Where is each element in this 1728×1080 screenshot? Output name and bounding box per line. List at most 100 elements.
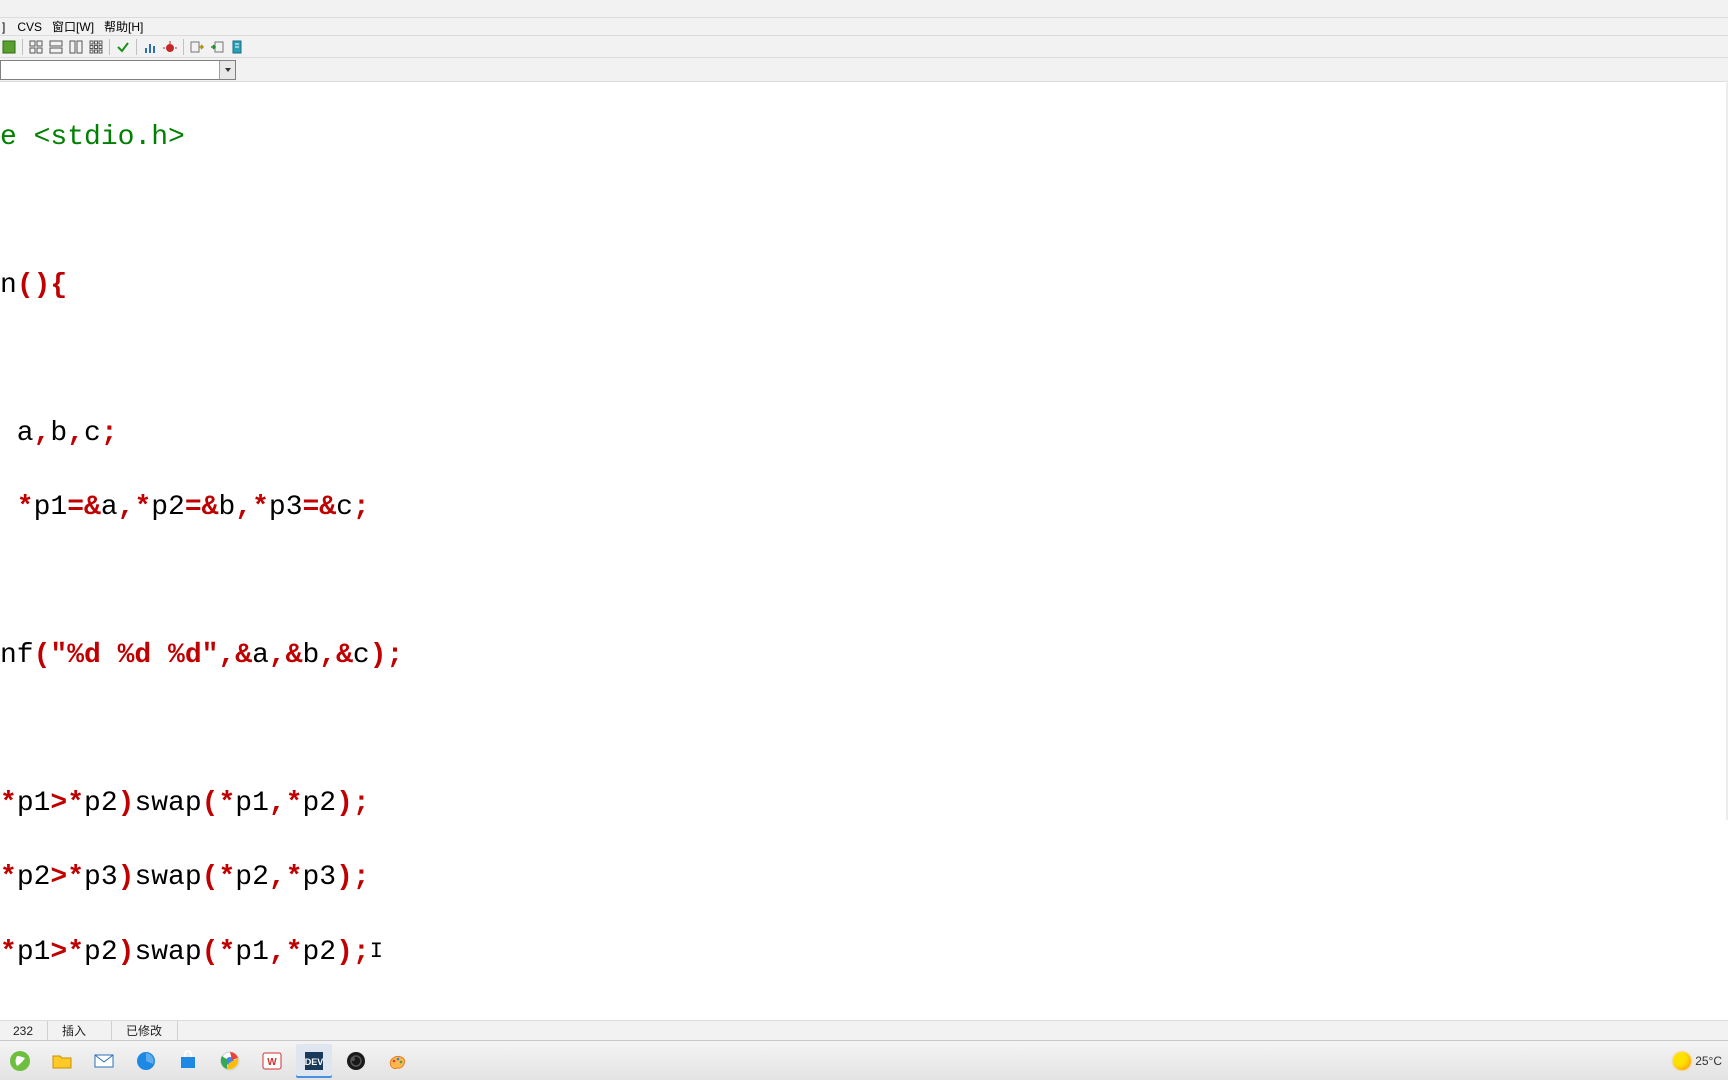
code-text: (* — [202, 788, 236, 819]
store-icon[interactable] — [170, 1044, 206, 1078]
code-text: b — [218, 492, 235, 523]
code-text: swap — [134, 937, 201, 968]
code-text: * — [0, 937, 17, 968]
paint-icon[interactable] — [380, 1044, 416, 1078]
code-text: "%d %d %d" — [50, 640, 218, 671]
code-text: n — [0, 270, 17, 301]
taskbar-left: W DEV — [2, 1044, 416, 1078]
toolbar-grid9-icon[interactable] — [87, 38, 105, 56]
toolbar-split-h-icon[interactable] — [47, 38, 65, 56]
code-text: b — [302, 640, 319, 671]
code-text: >* — [50, 937, 84, 968]
toolbar-grid4-icon[interactable] — [27, 38, 45, 56]
weather-temp: 25°C — [1695, 1054, 1722, 1068]
toolbar-chart-icon[interactable] — [141, 38, 159, 56]
toolbar-check-icon[interactable] — [114, 38, 132, 56]
code-text: c — [84, 418, 101, 449]
status-col-value: 232 — [13, 1024, 33, 1038]
code-text: nf — [0, 640, 34, 671]
mail-icon[interactable] — [86, 1044, 122, 1078]
code-text: c — [336, 492, 353, 523]
code-text: ); — [370, 640, 404, 671]
code-text: ; — [353, 492, 370, 523]
obs-icon[interactable] — [338, 1044, 374, 1078]
code-text: =& — [185, 492, 219, 523]
code-text: ,* — [269, 788, 303, 819]
toolbar-import-icon[interactable] — [208, 38, 226, 56]
code-text: p3 — [84, 862, 118, 893]
code-text: ,& — [269, 640, 303, 671]
browser-icon[interactable] — [128, 1044, 164, 1078]
code-text: a — [0, 418, 34, 449]
code-text: p2 — [303, 937, 337, 968]
status-col: 232 — [0, 1021, 48, 1040]
code-text: p2 — [303, 788, 337, 819]
code-text: >* — [50, 788, 84, 819]
toolbar-btn-1[interactable] — [0, 38, 18, 56]
code-text: ) — [118, 788, 135, 819]
status-bar: 232 插入 已修改 — [0, 1020, 1728, 1040]
code-text: p3 — [303, 862, 337, 893]
menu-bar: ] CVS 窗口[W] 帮助[H] — [0, 18, 1728, 36]
code-text: e <stdio.h> — [0, 122, 185, 153]
code-text: * — [0, 492, 34, 523]
code-text: p3 — [269, 492, 303, 523]
devcpp-icon[interactable]: DEV — [296, 1044, 332, 1078]
code-text: a — [101, 492, 118, 523]
code-text: ,& — [218, 640, 252, 671]
taskbar-tray: 25°C — [1673, 1052, 1722, 1070]
code-text: swap — [134, 862, 201, 893]
weather-widget[interactable]: 25°C — [1673, 1052, 1722, 1070]
code-editor[interactable]: e <stdio.h> n(){ a,b,c; *p1=&a,*p2=&b,*p… — [0, 82, 1728, 1020]
code-text: ,* — [269, 862, 303, 893]
code-text: (){ — [17, 270, 67, 301]
code-text: ); — [336, 937, 370, 968]
status-insert: 插入 — [48, 1021, 112, 1040]
code-text: ( — [34, 640, 51, 671]
status-modified: 已修改 — [112, 1021, 178, 1040]
toolbar-separator — [183, 39, 184, 55]
status-modified-value: 已修改 — [126, 1022, 162, 1039]
code-text: ) — [118, 937, 135, 968]
code-text: p2 — [235, 862, 269, 893]
menu-window[interactable]: 窗口[W] — [52, 18, 94, 35]
sun-icon — [1673, 1052, 1691, 1070]
svg-text:W: W — [267, 1057, 277, 1068]
code-text: =& — [303, 492, 337, 523]
code-text: p1 — [235, 937, 269, 968]
code-text: ,* — [235, 492, 269, 523]
code-text: >* — [50, 862, 84, 893]
start-button[interactable] — [2, 1044, 38, 1078]
wps-icon[interactable]: W — [254, 1044, 290, 1078]
code-text: * — [0, 862, 17, 893]
file-explorer-icon[interactable] — [44, 1044, 80, 1078]
code-text: c — [353, 640, 370, 671]
menu-help[interactable]: 帮助[H] — [104, 18, 143, 35]
toolbar-separator — [136, 39, 137, 55]
code-text: ); — [336, 788, 370, 819]
menu-cvs[interactable]: CVS — [17, 20, 42, 34]
code-text: b — [50, 418, 67, 449]
code-text: p1 — [235, 788, 269, 819]
code-text: , — [67, 418, 84, 449]
toolbar-bug-icon[interactable] — [161, 38, 179, 56]
window-top-strip — [0, 0, 1728, 18]
menu-fragment[interactable]: ] — [2, 20, 5, 34]
code-text: ; — [101, 418, 118, 449]
taskbar: W DEV 25°C — [0, 1040, 1728, 1080]
code-text: swap — [134, 788, 201, 819]
code-text: ); — [336, 862, 370, 893]
code-text: p2 — [84, 937, 118, 968]
toolbar-split-v-icon[interactable] — [67, 38, 85, 56]
status-insert-value: 插入 — [62, 1022, 86, 1039]
toolbar-book-icon[interactable] — [228, 38, 246, 56]
toolbar-separator — [109, 39, 110, 55]
code-text: p2 — [151, 492, 185, 523]
symbol-combo[interactable] — [0, 60, 236, 80]
chrome-icon[interactable] — [212, 1044, 248, 1078]
code-text: ,* — [118, 492, 152, 523]
code-text: (* — [202, 862, 236, 893]
code-text: ,* — [269, 937, 303, 968]
chevron-down-icon[interactable] — [219, 61, 235, 79]
toolbar-goto-icon[interactable] — [188, 38, 206, 56]
